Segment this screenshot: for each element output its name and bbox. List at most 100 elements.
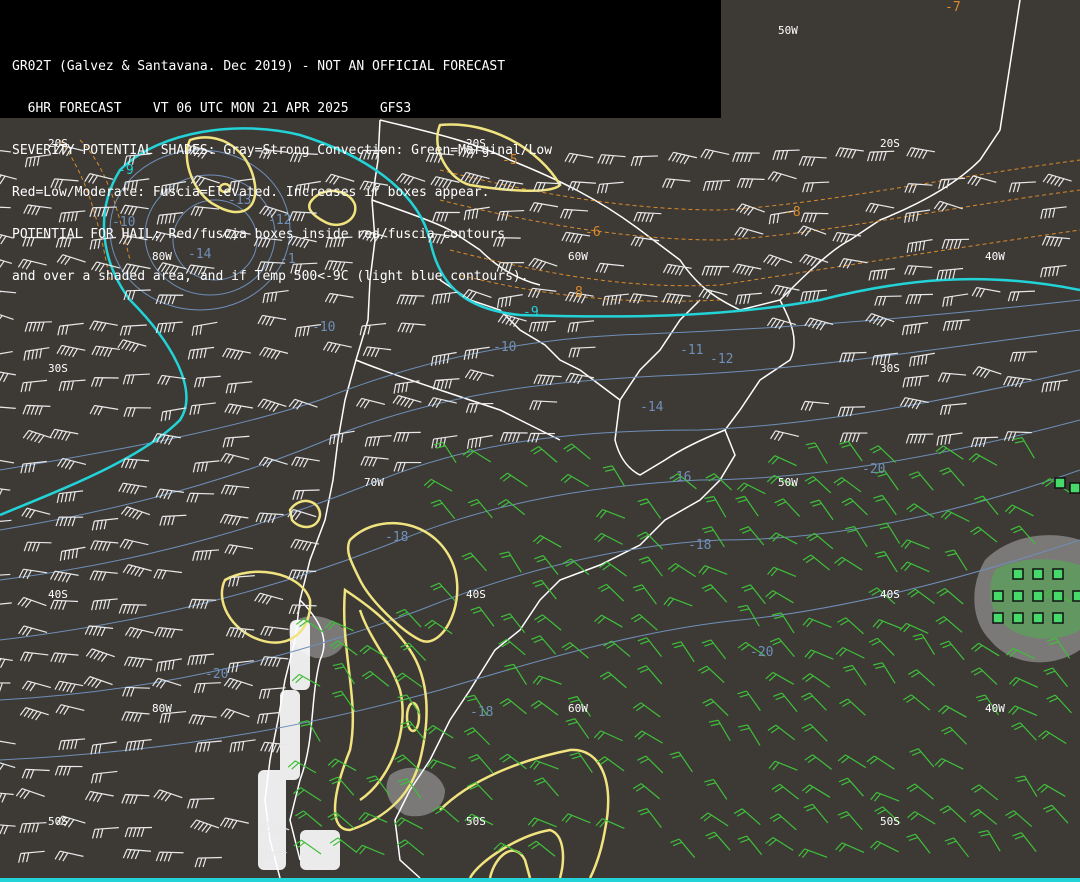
wind-barb — [906, 239, 933, 253]
forecast-map-view: 50W 20S 20S 20S 80W 60W 40W 30S 30S 70W 50W 40S 40S 4… — [0, 0, 1080, 882]
wind-barb — [91, 598, 118, 611]
wind-barb — [533, 777, 559, 797]
wind-barb — [902, 375, 929, 388]
wind-barb — [877, 522, 901, 544]
wind-barb — [797, 225, 827, 237]
wind-barb — [155, 321, 183, 334]
wind-barb — [738, 724, 761, 746]
wind-barb — [670, 838, 696, 858]
wind-barb — [939, 402, 967, 416]
wind-barb — [737, 604, 760, 627]
wind-barb — [935, 445, 964, 460]
wind-barb — [117, 339, 147, 353]
wind-barb — [900, 539, 930, 550]
wind-barb — [839, 440, 863, 462]
wind-barb — [123, 656, 153, 668]
wind-barb — [22, 429, 52, 444]
wind-barb — [563, 443, 591, 460]
wind-barb — [632, 783, 661, 800]
grid-label: 40W — [985, 250, 1005, 263]
wind-barb — [122, 848, 152, 860]
wind-barb — [839, 698, 866, 716]
wind-barb — [498, 638, 526, 656]
wind-barb — [732, 263, 762, 276]
hail-box — [992, 590, 1004, 602]
grid-label: 50S — [466, 815, 486, 828]
wind-barb — [260, 656, 289, 668]
wind-barb — [1007, 290, 1035, 302]
wind-barb — [288, 398, 318, 410]
wind-barb — [1011, 722, 1037, 741]
wind-barb — [83, 676, 113, 689]
wind-barb — [939, 805, 967, 823]
wind-barb — [802, 554, 831, 571]
wind-barb — [1043, 667, 1069, 688]
wind-barb — [841, 497, 868, 516]
wind-barb — [561, 642, 589, 659]
wind-barb — [909, 352, 935, 367]
wind-barb — [739, 526, 765, 546]
wind-barb — [120, 506, 151, 520]
wind-barb — [733, 808, 761, 826]
wind-barb — [669, 751, 693, 773]
wind-barb — [900, 561, 930, 573]
wind-barb — [772, 692, 798, 713]
wind-barb — [220, 484, 250, 496]
wind-barb — [1008, 705, 1038, 716]
header-line-4: Red=Low/Moderate: Fuscia=Elevated. Incre… — [12, 185, 490, 200]
wind-barb — [423, 478, 453, 492]
wind-barb — [978, 830, 1001, 852]
wind-barb — [935, 616, 963, 633]
wind-barb — [1012, 832, 1037, 853]
wind-barb — [529, 400, 558, 411]
wind-barb — [970, 436, 999, 448]
wind-barb — [153, 568, 182, 580]
wind-barb — [55, 704, 85, 715]
contour-label: -20 — [750, 645, 774, 660]
wind-barb — [1008, 181, 1036, 193]
wind-barb — [736, 482, 766, 495]
wind-barb — [934, 757, 964, 770]
wind-barb — [768, 760, 798, 771]
wind-barb — [17, 596, 47, 608]
wind-barb — [567, 320, 595, 333]
wind-barb — [59, 546, 86, 561]
wind-barb — [837, 810, 863, 831]
wind-barb — [799, 253, 829, 268]
severity-shading — [288, 535, 1080, 817]
hail-box — [1054, 477, 1066, 489]
wind-barb — [865, 202, 895, 214]
wind-barb — [0, 791, 14, 803]
wind-barb — [531, 635, 557, 655]
wind-barb — [637, 807, 662, 828]
wind-barb — [50, 599, 79, 610]
wind-barb — [599, 671, 627, 689]
header-line-1: GR02T (Galvez & Santavana. Dec 2019) - N… — [12, 59, 506, 74]
grid-label: 50S — [48, 815, 68, 828]
wind-barb — [532, 579, 557, 600]
wind-barb — [123, 407, 152, 417]
wind-barb — [21, 768, 50, 779]
wind-barb — [1040, 264, 1067, 278]
grid-label: 40W — [985, 702, 1005, 715]
grid-label: 70W — [364, 476, 384, 489]
wind-barb — [0, 759, 16, 773]
wind-barb — [700, 812, 729, 827]
wind-barb — [737, 690, 761, 711]
wind-barb — [767, 171, 797, 183]
wind-barb — [835, 647, 865, 659]
wind-barb — [595, 818, 625, 829]
wind-barb — [701, 584, 728, 603]
grid-label: 30S — [880, 362, 900, 375]
hail-box — [1032, 590, 1044, 602]
grid-label: 40S — [48, 588, 68, 601]
wind-barb — [193, 682, 221, 694]
wind-barb — [91, 827, 119, 839]
wind-barb — [360, 456, 389, 467]
wind-barb — [534, 614, 562, 631]
wind-barb — [154, 626, 183, 639]
wind-barb — [767, 455, 797, 467]
wind-barb — [1043, 804, 1069, 824]
wind-barb — [191, 321, 218, 336]
wind-barb — [499, 551, 522, 573]
